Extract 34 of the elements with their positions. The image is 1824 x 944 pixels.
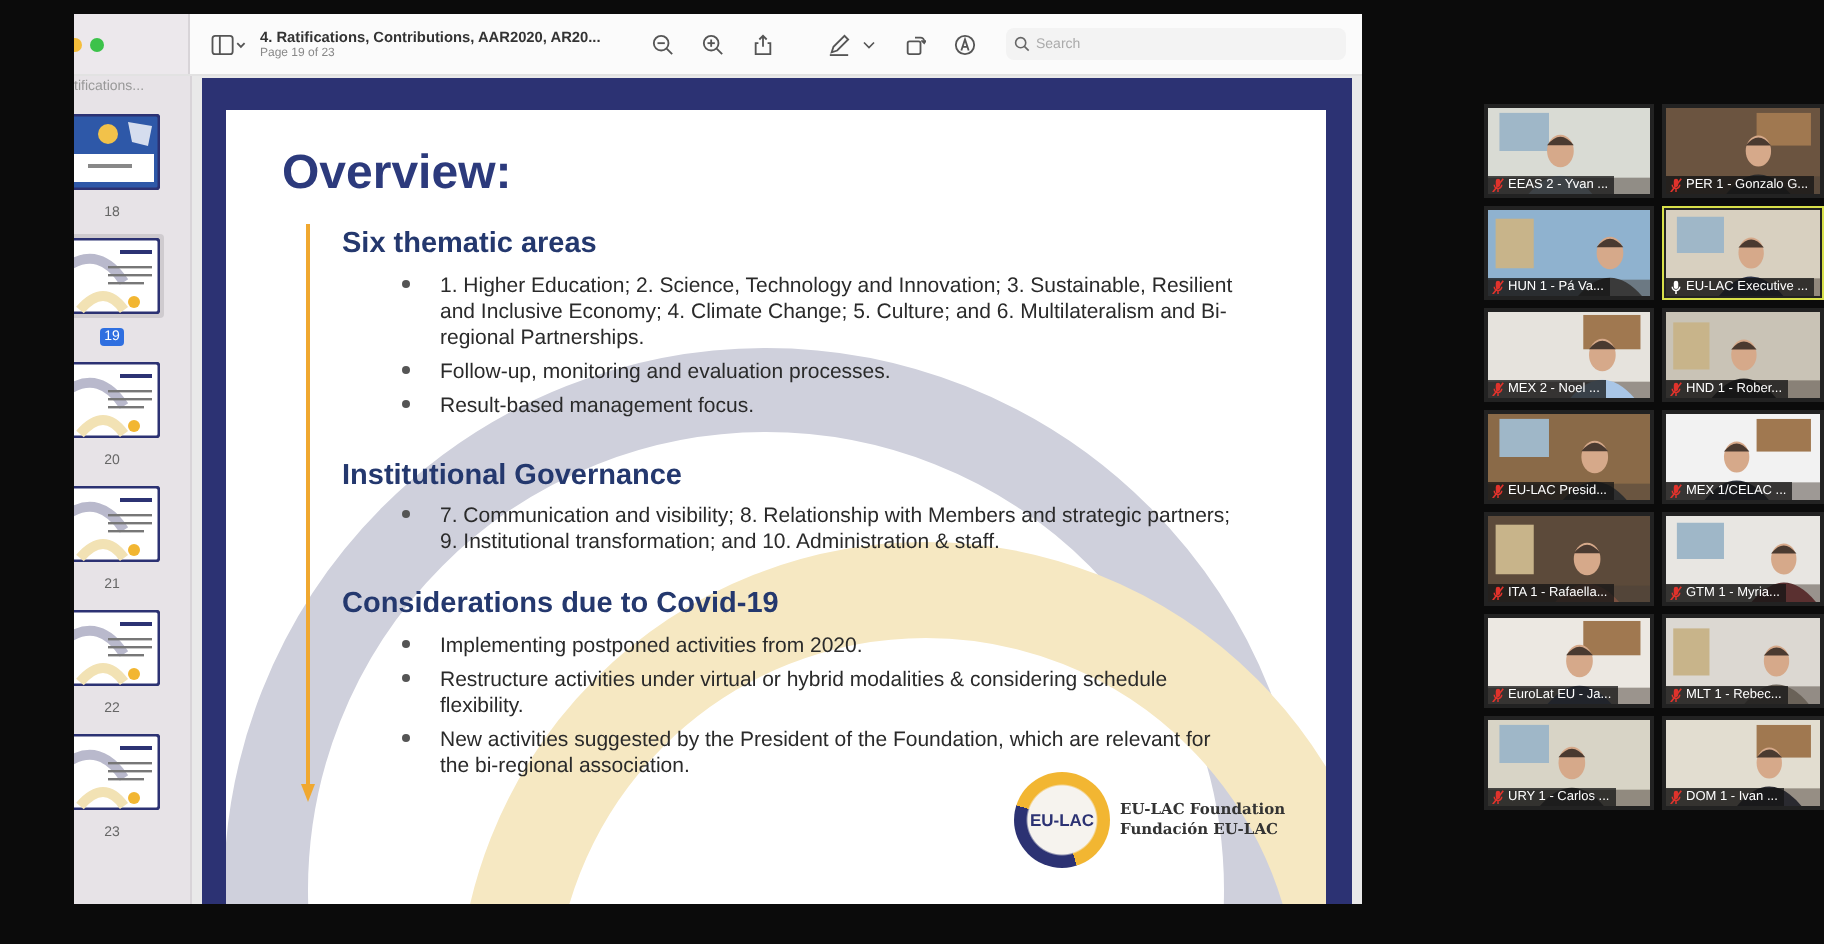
section-heading: Institutional Governance <box>342 459 684 495</box>
page-thumbnail[interactable] <box>74 362 160 438</box>
share-icon[interactable] <box>752 33 774 55</box>
bullet-text: Implementing postponed activities from 2020. <box>440 633 865 660</box>
rotate-icon[interactable] <box>904 33 926 55</box>
timeline-arrow-icon <box>300 224 316 804</box>
bullet-icon <box>402 639 410 648</box>
bullet-text: 1. Higher Education; 2. Science, Technology and Innovation; 3. Sustainable, Resilient and Inclusive Economy; 4. Climate Change; 5. Culture; and 6. Multilateralism and Bi-regional Partnerships. <box>440 273 1235 352</box>
bullet-icon <box>402 510 410 519</box>
markup-icon[interactable] <box>954 33 976 55</box>
zoom-out-icon[interactable] <box>652 33 674 55</box>
slide-title: Overview: <box>282 148 514 201</box>
bullet-icon <box>402 733 410 742</box>
page-thumbnail[interactable] <box>74 486 160 562</box>
page-thumbnail[interactable] <box>74 610 160 686</box>
bullet-icon <box>402 673 410 682</box>
bullet-icon <box>402 279 410 288</box>
search-icon <box>1014 36 1030 52</box>
section-heading: Considerations due to Covid-19 <box>342 588 781 624</box>
chevron-icon[interactable] <box>862 39 876 49</box>
page-thumbnail[interactable] <box>74 238 160 314</box>
bullet-text: Result-based management focus. <box>440 393 757 420</box>
bullet-text: Restructure activities under virtual or hybrid modalities & considering schedule flexibility. <box>440 667 1170 720</box>
page-thumbnail[interactable] <box>74 114 160 190</box>
zoom-in-icon[interactable] <box>702 33 724 55</box>
bullet-icon <box>402 365 410 374</box>
bullet-text: Follow-up, monitoring and evaluation processes. <box>440 359 893 386</box>
pen-icon[interactable] <box>828 33 850 55</box>
bullet-icon <box>402 399 410 408</box>
section-heading: Six thematic areas <box>342 228 599 264</box>
sidebar-toggle-icon[interactable] <box>210 33 248 55</box>
page-thumbnail[interactable] <box>74 734 160 810</box>
bullet-text: 7. Communication and visibility; 8. Relationship with Members and strategic partners; 9. Institutional transformation; and 10. Administration & staff. <box>440 504 1233 557</box>
logo: EU-LAC <box>1014 772 1110 868</box>
